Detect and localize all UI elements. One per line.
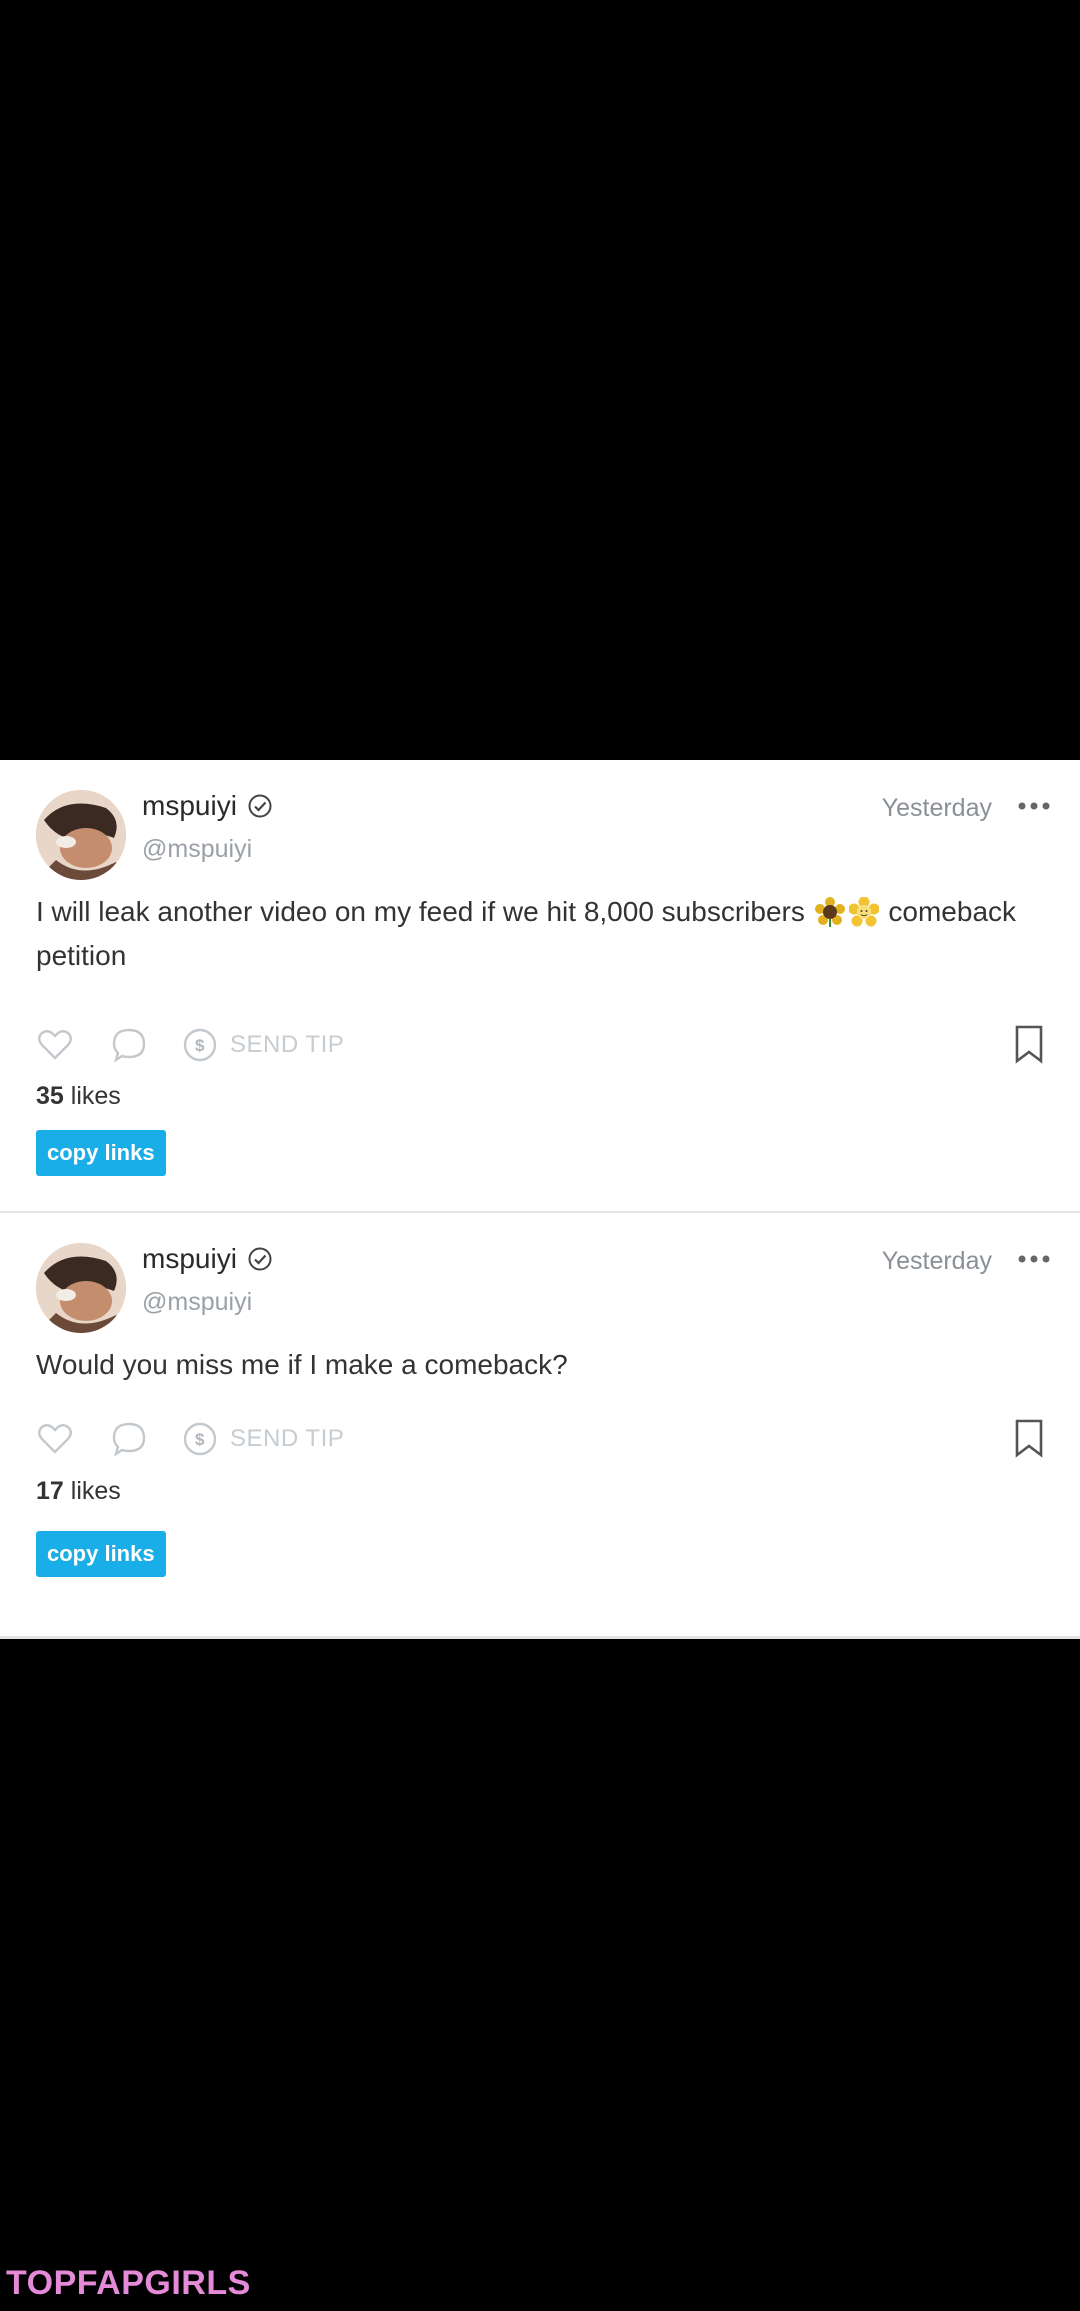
handle[interactable]: @mspuiyi: [142, 835, 252, 864]
send-tip-button[interactable]: $ SEND TIP: [182, 1026, 344, 1064]
verified-check-icon: [248, 1247, 272, 1271]
post: mspuiyi @mspuiyi Yesterday Would you mis…: [0, 1213, 1080, 1633]
action-bar: $ SEND TIP: [36, 1022, 1046, 1066]
copy-links-button[interactable]: copy links: [36, 1531, 166, 1577]
post-text-main: Would you miss me if I make a comeback?: [36, 1349, 568, 1380]
heart-icon[interactable]: [36, 1420, 74, 1458]
dollar-icon: $: [183, 1028, 217, 1062]
timestamp: Yesterday: [881, 794, 992, 822]
username[interactable]: mspuiyi: [142, 790, 273, 822]
username-text: mspuiyi: [142, 1243, 237, 1274]
username-text: mspuiyi: [142, 790, 237, 821]
likes-count[interactable]: 35 likes: [36, 1082, 121, 1111]
svg-text:$: $: [195, 1036, 205, 1055]
feed: mspuiyi @mspuiyi Yesterday I will leak a…: [0, 760, 1080, 1639]
comment-icon[interactable]: [110, 1420, 148, 1458]
username[interactable]: mspuiyi: [142, 1243, 273, 1275]
likes-number: 35: [36, 1082, 64, 1110]
timestamp: Yesterday: [881, 1247, 992, 1275]
copy-links-button[interactable]: copy links: [36, 1130, 166, 1176]
likes-label: likes: [70, 1477, 121, 1505]
watermark-logo: TOPFAPGIRLS: [6, 2264, 251, 2302]
action-bar: $ SEND TIP: [36, 1416, 1046, 1460]
blossom-emoji: [848, 897, 879, 927]
likes-count[interactable]: 17 likes: [36, 1477, 121, 1506]
dollar-icon: $: [183, 1422, 217, 1456]
likes-number: 17: [36, 1477, 64, 1505]
likes-label: likes: [70, 1082, 121, 1110]
heart-icon[interactable]: [36, 1026, 74, 1064]
verified-check-icon: [248, 794, 272, 818]
sunflower-emoji: [814, 897, 845, 927]
handle[interactable]: @mspuiyi: [142, 1288, 252, 1317]
comment-icon[interactable]: [110, 1026, 148, 1064]
send-tip-button[interactable]: $ SEND TIP: [182, 1420, 344, 1458]
svg-text:$: $: [195, 1430, 205, 1449]
avatar[interactable]: [36, 1243, 126, 1333]
bookmark-icon[interactable]: [1012, 1418, 1046, 1458]
avatar[interactable]: [36, 790, 126, 880]
post: mspuiyi @mspuiyi Yesterday I will leak a…: [0, 760, 1080, 1213]
post-text: I will leak another video on my feed if …: [36, 890, 1046, 978]
more-dots-icon[interactable]: [1016, 1249, 1052, 1269]
bookmark-icon[interactable]: [1012, 1024, 1046, 1064]
post-text-main: I will leak another video on my feed if …: [36, 896, 805, 927]
more-dots-icon[interactable]: [1016, 796, 1052, 816]
send-tip-label: SEND TIP: [230, 1031, 345, 1058]
post-text: Would you miss me if I make a comeback?: [36, 1343, 1046, 1387]
send-tip-label: SEND TIP: [230, 1425, 345, 1452]
